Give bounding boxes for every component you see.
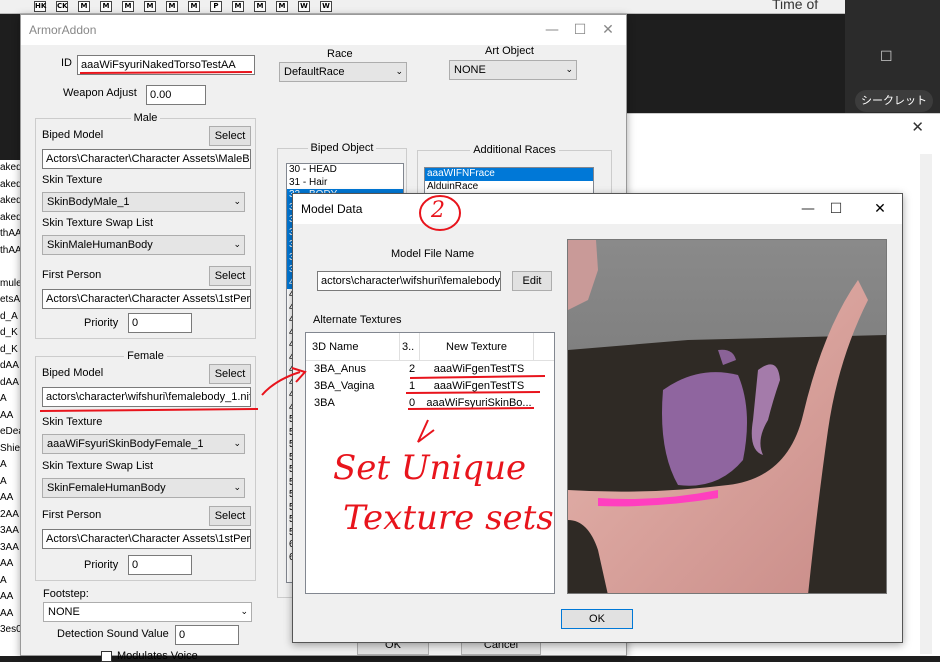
annotation-circle-number: 2 bbox=[431, 198, 445, 223]
annotation-overlay bbox=[39, 71, 546, 443]
annotation-line-2: Texture sets bbox=[343, 498, 554, 538]
annotation-line-1: Set Unique bbox=[333, 448, 527, 488]
